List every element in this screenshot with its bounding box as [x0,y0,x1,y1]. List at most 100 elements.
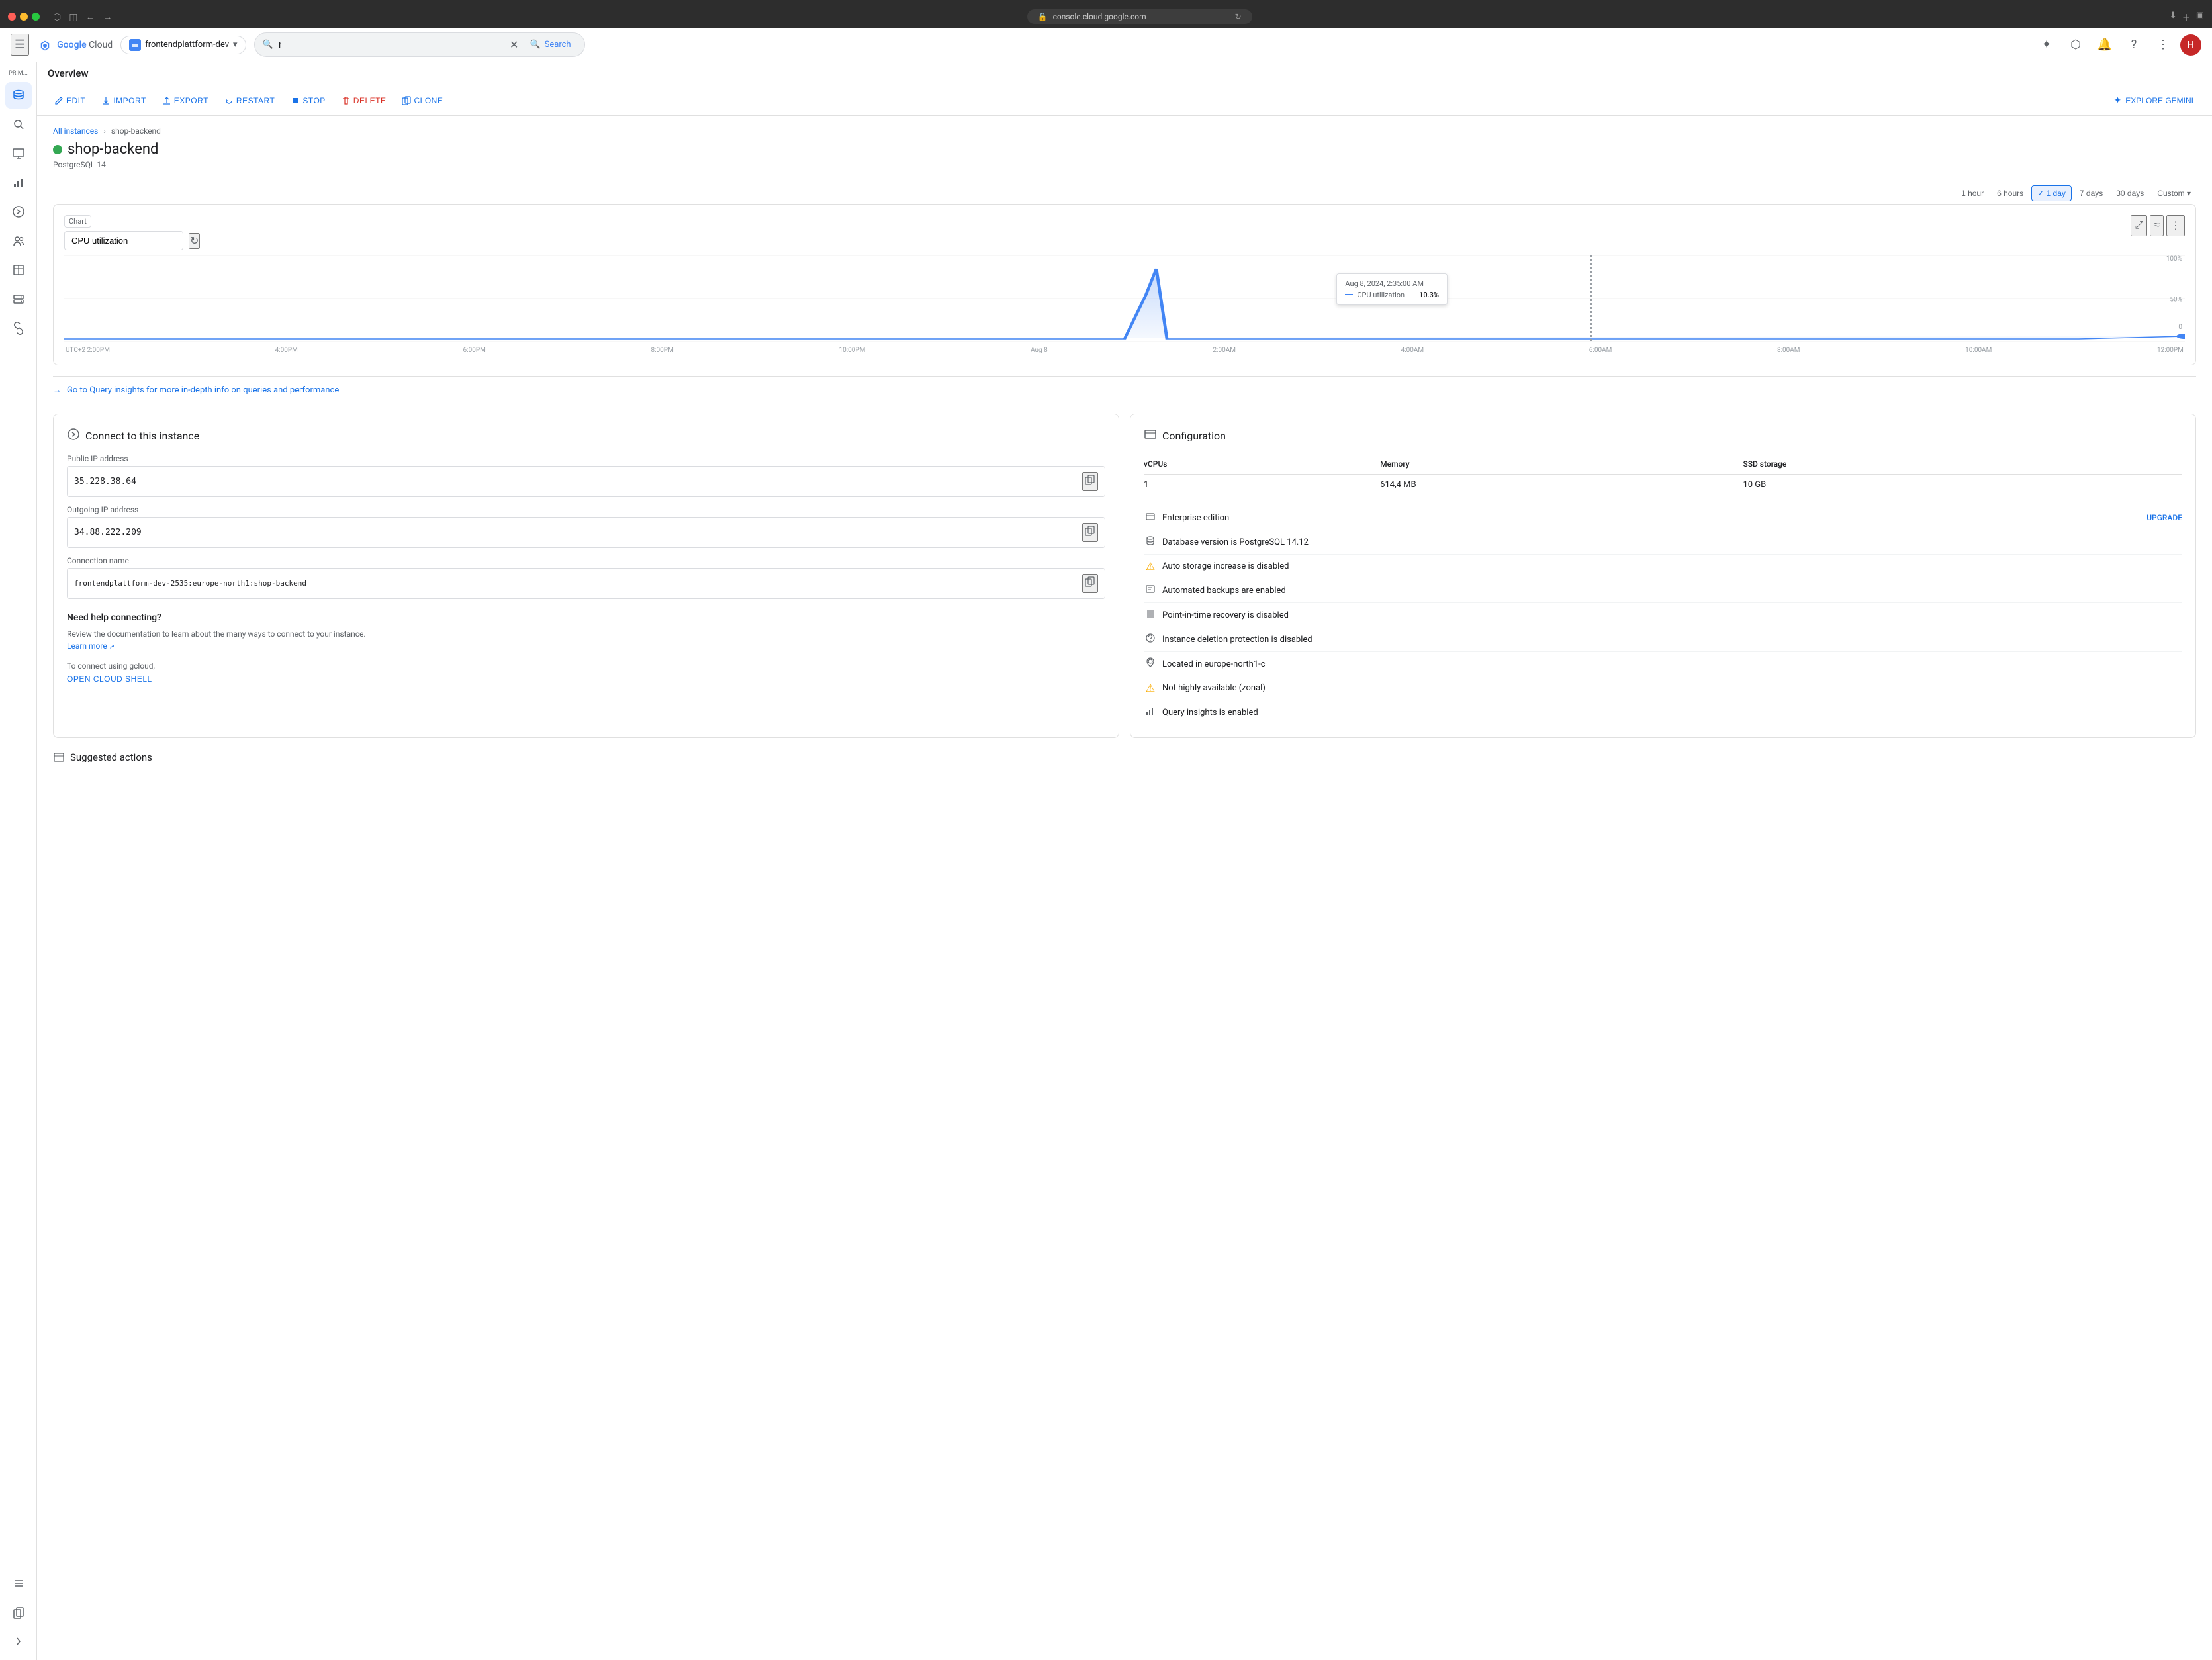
search-button[interactable]: 🔍 Search [524,37,576,52]
sidebar-item-expand[interactable] [5,1628,32,1655]
y-axis-0: 0 [2178,324,2182,331]
back-arrow[interactable]: ← [83,9,97,24]
edit-icon [54,96,64,105]
time-30days[interactable]: 30 days [2111,186,2149,201]
clone-button[interactable]: CLONE [395,92,449,109]
app-layout: PRIM... [0,62,2212,1660]
database-version-icon [1144,535,1157,549]
connection-name-field: frontendplattform-dev-2535:europe-north1… [67,568,1105,599]
more-options-button[interactable]: ⋮ [2151,33,2175,57]
x-label-7: 4:00AM [1401,347,1424,354]
sidebar-item-users[interactable] [5,228,32,254]
project-icon [129,39,141,51]
extensions-icon[interactable]: ▣ [2196,11,2204,23]
suggested-actions-title: Suggested actions [70,751,152,763]
back-button[interactable]: ⬡ [50,9,64,25]
breadcrumb-current: shop-backend [111,126,161,136]
copy-public-ip-button[interactable] [1082,472,1098,491]
sidebar-item-table[interactable] [5,257,32,283]
project-selector[interactable]: frontendplattform-dev ▾ [120,36,246,54]
config-row-backups: Automated backups are enabled [1144,578,2182,603]
export-button[interactable]: EXPORT [156,92,215,109]
breadcrumb-parent[interactable]: All instances [53,126,98,136]
specs-row: 1 614,4 MB 10 GB [1144,475,2182,496]
reload-icon[interactable]: ↻ [1235,12,1242,21]
memory-header: Memory [1380,454,1743,475]
x-label-6: 2:00AM [1213,347,1236,354]
ssd-value: 10 GB [1743,475,2182,496]
chart-expand-icon[interactable]: ⤢ [2131,215,2147,236]
sidebar-item-list[interactable] [5,1570,32,1596]
copy-outgoing-ip-button[interactable] [1082,523,1098,542]
x-label-11: 12:00PM [2157,347,2184,354]
sidebar-item-server[interactable] [5,286,32,312]
new-tab-icon[interactable]: ＋ [2182,11,2191,23]
forward-button[interactable]: ◫ [66,9,80,25]
notifications-button[interactable]: 🔔 [2093,33,2117,57]
forward-arrow[interactable]: → [100,9,115,24]
sparkle-button[interactable]: ✦ [2035,33,2058,57]
open-cloud-shell-button[interactable]: OPEN CLOUD SHELL [67,674,152,684]
sidebar-item-copy[interactable] [5,1599,32,1626]
chart-refresh-button[interactable]: ↻ [189,233,200,249]
learn-more-link[interactable]: Learn more [67,641,107,651]
enterprise-text: Enterprise edition [1162,513,2141,523]
restart-button[interactable]: RESTART [218,92,281,109]
sparkle-icon: ✦ [2114,95,2122,106]
avatar[interactable]: H [2180,34,2201,56]
edit-button[interactable]: EDIT [48,92,92,109]
sidebar-item-chart[interactable] [5,169,32,196]
google-cloud-logo[interactable]: Google Cloud [37,37,113,53]
content-area: All instances › shop-backend shop-backen… [37,116,2212,774]
menu-button[interactable]: ☰ [11,34,29,56]
import-button[interactable]: IMPORT [95,92,152,109]
two-column-layout: Connect to this instance Public IP addre… [53,414,2196,738]
pitr-icon [1144,608,1157,622]
time-6hours[interactable]: 6 hours [1992,186,2029,201]
chart-actions: ⤢ ≈ ⋮ [2131,215,2185,236]
time-1hour[interactable]: 1 hour [1956,186,1989,201]
query-insights-link[interactable]: → Go to Query insights for more in-depth… [53,376,2196,403]
overview-title: Overview [48,68,89,79]
sidebar-item-arrow[interactable] [5,199,32,225]
sidebar-item-link[interactable] [5,315,32,342]
browser-controls: ⬡ ◫ ← → [50,9,115,25]
time-custom[interactable]: Custom ▾ [2152,186,2196,201]
help-button[interactable]: ? [2122,33,2146,57]
connect-card: Connect to this instance Public IP addre… [53,414,1119,738]
time-7days[interactable]: 7 days [2074,186,2108,201]
outgoing-ip-value: 34.88.222.209 [74,528,1082,537]
breadcrumb: All instances › shop-backend [53,126,2196,136]
config-title: Configuration [1162,430,1226,442]
maximize-light[interactable] [32,13,40,21]
stop-button[interactable]: STOP [284,92,332,109]
address-bar-container: 🔒 console.cloud.google.com ↻ [120,9,2158,24]
sidebar-item-search[interactable] [5,111,32,138]
config-specs-table: vCPUs Memory SSD storage 1 614,4 MB 10 G… [1144,454,2182,495]
delete-button[interactable]: DELETE [335,92,393,109]
sidebar-item-monitor[interactable] [5,140,32,167]
address-bar[interactable]: 🔒 console.cloud.google.com ↻ [1027,9,1252,24]
chart-line-icon[interactable]: ≈ [2150,215,2164,236]
clear-icon[interactable]: ✕ [510,38,518,51]
chart-metric-select[interactable]: CPU utilization [64,231,183,250]
minimize-light[interactable] [20,13,28,21]
url-text: console.cloud.google.com [1053,12,1146,21]
sidebar-top-label: PRIM... [6,68,30,79]
cloud-shell-button[interactable]: ⬡ [2064,33,2088,57]
downloads-icon[interactable]: ⬇ [2170,11,2177,23]
upgrade-link[interactable]: UPGRADE [2146,513,2182,522]
time-1day[interactable]: 1 day [2031,185,2072,201]
sidebar-item-database[interactable] [5,82,32,109]
arrow-right-icon: → [53,385,62,395]
close-light[interactable] [8,13,16,21]
logo-label: Google Cloud [57,40,113,50]
need-help-desc: Review the documentation to learn about … [67,628,1105,652]
gcp-topbar: ☰ Google Cloud frontendplattform-dev ▾ 🔍… [0,28,2212,62]
copy-connection-name-button[interactable] [1082,574,1098,593]
search-input[interactable] [279,40,504,50]
explore-gemini-button[interactable]: ✦ EXPLORE GEMINI [2106,91,2201,110]
browser-actions: ⬇ ＋ ▣ [2170,11,2204,23]
need-help-title: Need help connecting? [67,612,1105,623]
chart-more-icon[interactable]: ⋮ [2166,215,2185,236]
